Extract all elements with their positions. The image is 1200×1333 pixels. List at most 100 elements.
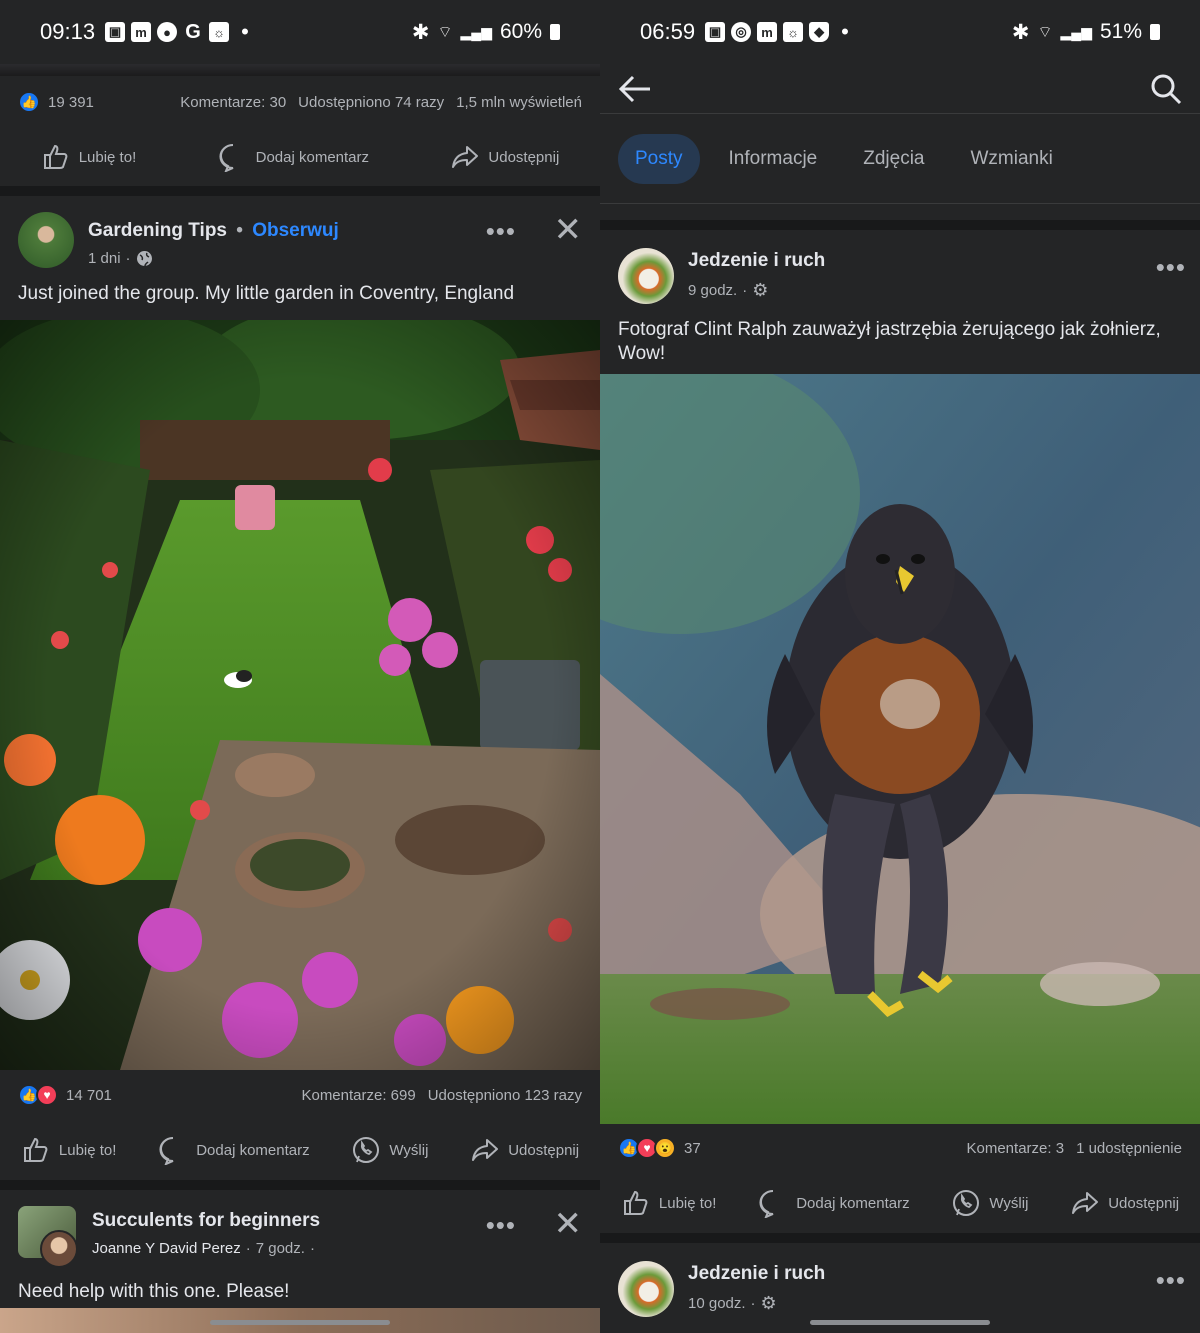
comment-label: Dodaj komentarz — [196, 1141, 310, 1159]
more-icon[interactable]: ••• — [1156, 252, 1186, 283]
reaction-count: 37 — [684, 1139, 701, 1157]
share-button[interactable]: Udostępnij — [450, 142, 559, 172]
like-icon — [623, 1190, 648, 1215]
avatar[interactable] — [618, 248, 674, 304]
more-icon[interactable]: ••• — [486, 216, 516, 247]
app-icon: ☼ — [783, 22, 804, 42]
avatar[interactable] — [618, 1261, 674, 1317]
avatar[interactable] — [18, 212, 74, 268]
hawk-photo[interactable] — [600, 374, 1200, 1124]
post-time[interactable]: 7 godz. — [256, 1240, 305, 1257]
share-count[interactable]: Udostępniono 74 razy — [298, 94, 444, 111]
post-actions: Lubię to! Dodaj komentarz Wyślij Udostęp… — [600, 1173, 1200, 1233]
google-icon: G — [185, 20, 201, 43]
comment-label: Dodaj komentarz — [255, 148, 370, 166]
more-notifications-dot-icon: • — [841, 19, 849, 44]
share-button[interactable]: Udostępnij — [470, 1135, 579, 1165]
share-icon — [452, 146, 479, 168]
home-indicator[interactable] — [810, 1320, 990, 1325]
top-post-stats: 👍 19 391 Komentarze: 30 Udostępniono 74 … — [0, 76, 600, 128]
comment-icon — [159, 1137, 174, 1165]
gear-icon: ⚙ — [760, 1293, 777, 1313]
garden-photo-image — [0, 320, 600, 1070]
close-icon[interactable]: ✕ — [554, 1204, 583, 1244]
share-count[interactable]: 1 udostępnienie — [1076, 1140, 1182, 1157]
send-button[interactable]: Wyślij — [951, 1188, 1028, 1218]
post-time[interactable]: 10 godz. — [688, 1295, 746, 1312]
m-app-icon: m — [131, 22, 152, 42]
like-icon — [43, 144, 68, 169]
tab-posts[interactable]: Posty — [618, 133, 700, 184]
group-avatar[interactable] — [18, 1206, 78, 1268]
left-screen: 09:13 ▣ m ● G ☼ • ✱ ⌔ ▂▄▆ 60% 👍 19 391 K… — [0, 0, 600, 1333]
like-button[interactable]: Lubię to! — [621, 1188, 717, 1218]
tab-info[interactable]: Informacje — [712, 134, 835, 184]
meta-separator: · — [125, 250, 131, 267]
post-time[interactable]: 1 dni — [88, 250, 121, 267]
top-post-actions: Lubię to! Dodaj komentarz Udostępnij — [0, 128, 600, 186]
system-icons: ✱ ⌔ ▂▄▆ 60% — [412, 20, 560, 45]
post-time[interactable]: 9 godz. — [688, 282, 737, 299]
page-name[interactable]: Gardening Tips — [88, 220, 227, 241]
page-name[interactable]: Jedzenie i ruch — [688, 250, 825, 272]
send-label: Wyślij — [989, 1194, 1029, 1212]
share-label: Udostępnij — [1108, 1194, 1180, 1212]
gallery-icon: ▣ — [705, 22, 726, 42]
status-bar: 09:13 ▣ m ● G ☼ • ✱ ⌔ ▂▄▆ 60% — [0, 0, 600, 64]
status-time: 06:59 — [640, 19, 696, 44]
share-button[interactable]: Udostępnij — [1070, 1188, 1179, 1218]
back-arrow-icon[interactable] — [618, 74, 652, 104]
more-icon[interactable]: ••• — [1156, 1265, 1186, 1296]
more-icon[interactable]: ••• — [486, 1210, 516, 1241]
comment-count[interactable]: Komentarze: 699 — [301, 1087, 415, 1104]
notification-icons: ▣ ◎ m ☼ ◆ • — [705, 19, 849, 45]
reaction-summary[interactable]: 👍 ♥ 😮 37 — [618, 1137, 701, 1159]
home-indicator[interactable] — [210, 1320, 390, 1325]
like-label: Lubię to! — [658, 1194, 717, 1212]
group-name[interactable]: Succulents for beginners — [92, 1210, 320, 1232]
close-icon[interactable]: ✕ — [554, 210, 583, 250]
search-icon[interactable] — [1150, 73, 1182, 105]
app-icon: ● — [157, 22, 178, 42]
gallery-icon: ▣ — [105, 22, 126, 42]
post-header: Succulents for beginners Joanne Y David … — [0, 1204, 600, 1268]
reaction-count: 14 701 — [66, 1086, 112, 1104]
send-label: Wyślij — [389, 1141, 429, 1159]
share-count[interactable]: Udostępniono 123 razy — [428, 1087, 582, 1104]
notification-icons: ▣ m ● G ☼ • — [105, 19, 249, 45]
garden-photo[interactable] — [0, 320, 600, 1070]
post-header: Gardening Tips • Obserwuj 1 dni · ••• ✕ — [0, 210, 600, 268]
more-notifications-dot-icon: • — [241, 19, 249, 44]
status-time: 09:13 — [40, 19, 96, 44]
globe-icon — [136, 251, 152, 267]
meta-separator: · — [742, 282, 748, 299]
previous-photo-edge — [0, 64, 600, 76]
post-text: Just joined the group. My little garden … — [18, 283, 515, 304]
like-icon — [23, 1137, 48, 1162]
send-button[interactable]: Wyślij — [351, 1135, 428, 1165]
messenger-icon — [353, 1137, 380, 1163]
reaction-summary[interactable]: 👍 19 391 — [18, 91, 94, 113]
comment-count[interactable]: Komentarze: 30 — [180, 94, 286, 111]
comment-button[interactable]: Dodaj komentarz — [158, 1135, 310, 1165]
page-tabs: Posty Informacje Zdjęcia Wzmianki — [600, 114, 1200, 204]
meta-separator: · — [245, 1240, 251, 1257]
post-header: Jedzenie i ruch 9 godz. · ⚙ ••• — [600, 248, 1200, 304]
like-button[interactable]: Lubię to! — [21, 1135, 117, 1165]
author-name[interactable]: Joanne Y David Perez — [92, 1240, 241, 1257]
like-label: Lubię to! — [58, 1141, 117, 1159]
tab-mentions[interactable]: Wzmianki — [953, 134, 1069, 184]
like-button[interactable]: Lubię to! — [41, 142, 136, 172]
reaction-count: 19 391 — [48, 93, 94, 111]
comment-count[interactable]: Komentarze: 3 — [967, 1140, 1065, 1157]
battery-percent: 51% — [1099, 20, 1142, 43]
page-name[interactable]: Jedzenie i ruch — [688, 1263, 825, 1285]
comment-button[interactable]: Dodaj komentarz — [758, 1188, 910, 1218]
messenger-icon — [953, 1190, 980, 1216]
reaction-summary[interactable]: 👍 ♥ 14 701 — [18, 1084, 112, 1106]
avatar[interactable] — [40, 1230, 78, 1268]
comment-button[interactable]: Dodaj komentarz — [218, 142, 369, 172]
follow-button[interactable]: Obserwuj — [252, 220, 339, 241]
tab-photos[interactable]: Zdjęcia — [846, 134, 941, 184]
share-icon — [472, 1139, 499, 1161]
